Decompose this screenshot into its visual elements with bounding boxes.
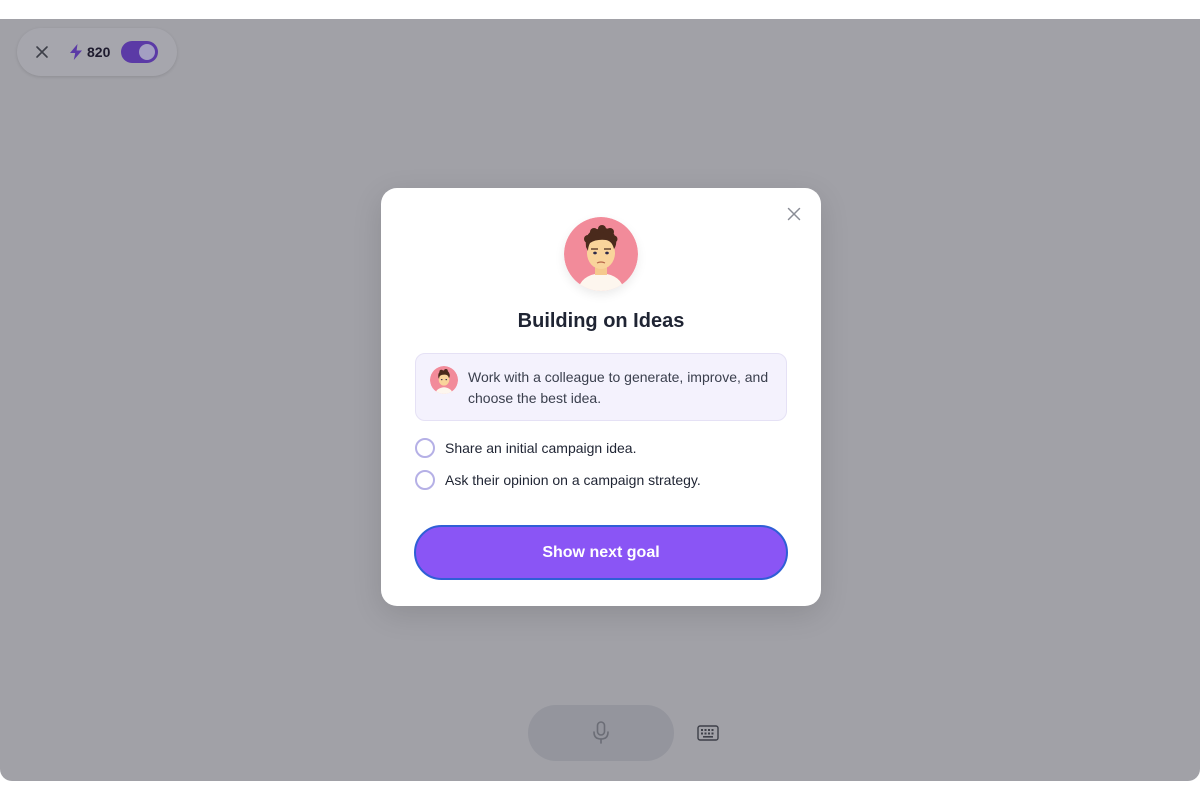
points-counter: 820 <box>69 44 110 60</box>
microphone-button[interactable] <box>528 705 674 761</box>
toggle-knob <box>139 44 156 60</box>
session-controls: 820 <box>17 28 177 76</box>
scenario-description: Work with a colleague to generate, impro… <box>415 353 787 421</box>
close-icon <box>36 46 48 58</box>
goal-item[interactable]: Ask their opinion on a campaign strategy… <box>415 470 701 490</box>
microphone-icon <box>593 721 609 744</box>
scenario-text: Work with a colleague to generate, impro… <box>468 369 769 406</box>
dialog-title: Building on Ideas <box>517 310 685 332</box>
goal-label: Share an initial campaign idea. <box>445 440 637 456</box>
colleague-avatar-small <box>430 366 458 394</box>
keyboard-icon <box>697 725 719 741</box>
colleague-avatar <box>564 217 638 291</box>
goal-dialog: Building on Ideas Work with a colleague … <box>381 188 821 606</box>
goal-label: Ask their opinion on a campaign strategy… <box>445 472 701 488</box>
goal-checkbox[interactable] <box>415 438 435 458</box>
goal-item[interactable]: Share an initial campaign idea. <box>415 438 636 458</box>
dialog-close-button[interactable] <box>785 205 803 223</box>
mode-toggle[interactable] <box>121 41 159 63</box>
lightning-bolt-icon <box>70 44 82 60</box>
show-next-goal-button[interactable]: Show next goal <box>414 525 788 580</box>
exit-session-button[interactable] <box>33 43 51 61</box>
keyboard-button[interactable] <box>694 721 722 745</box>
points-value: 820 <box>87 44 111 60</box>
goal-checkbox[interactable] <box>415 470 435 490</box>
close-icon <box>787 207 801 221</box>
